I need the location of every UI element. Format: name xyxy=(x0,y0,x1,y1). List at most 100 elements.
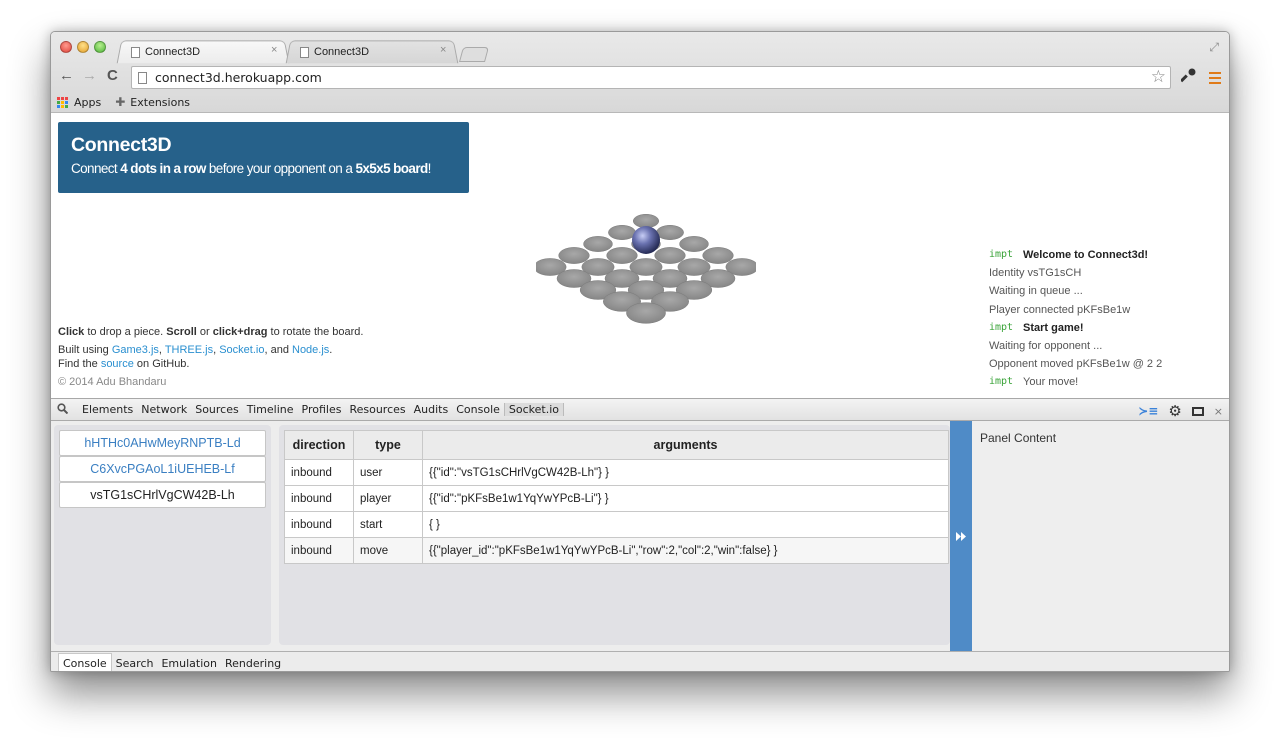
credits-prefix: Built using xyxy=(58,344,112,356)
log-tag: impt xyxy=(989,376,1014,388)
source-suffix: on GitHub. xyxy=(133,358,190,370)
devtools-tab-network[interactable]: Network xyxy=(137,403,191,416)
subtitle-emphasis: 4 dots in a row xyxy=(120,161,206,176)
fast-forward-icon xyxy=(956,531,966,541)
table-row[interactable]: inbound user {{"id":"vsTG1sCHrlVgCW42B-Lh"… xyxy=(284,459,949,486)
socket-item[interactable]: hHTHc0AHwMeyRNPTB-Ld xyxy=(59,430,266,456)
board-cell[interactable] xyxy=(702,247,734,264)
devtools-tab-profiles[interactable]: Profiles xyxy=(298,403,346,416)
devtools-tab-audits[interactable]: Audits xyxy=(410,403,453,416)
source-text: Find the source on GitHub. xyxy=(58,357,363,371)
devtools-tab-sources[interactable]: Sources xyxy=(191,403,243,416)
column-header-type[interactable]: type xyxy=(353,430,423,460)
log-message: Waiting in queue ... xyxy=(989,285,1083,298)
back-arrow-icon[interactable]: ← xyxy=(59,67,74,84)
log-entry: impt Your move! xyxy=(989,373,1162,391)
board-cell[interactable] xyxy=(679,236,709,252)
tab-close-icon[interactable]: × xyxy=(440,44,446,56)
devtools-tab-console[interactable]: Console xyxy=(452,403,504,416)
dock-side-icon[interactable] xyxy=(1191,406,1204,416)
menu-icon[interactable] xyxy=(1209,72,1221,87)
cell-arguments: {{"player_id":"pKFsBe1w1YqYwYPcB-Li","ro… xyxy=(422,537,949,564)
board-cell[interactable] xyxy=(656,225,684,240)
board-cell[interactable] xyxy=(633,214,659,228)
board-cell[interactable] xyxy=(608,225,636,240)
devtools-tab-socket-io[interactable]: Socket.io xyxy=(503,403,565,416)
address-bar[interactable]: connect3d.herokuapp.com ☆ xyxy=(131,66,1171,89)
drawer-tab-rendering[interactable]: Rendering xyxy=(221,654,285,672)
tab-connect3d-2[interactable]: Connect3D xyxy=(300,42,369,62)
fullscreen-icon[interactable]: ⤢ xyxy=(1209,40,1219,55)
wrench-icon[interactable] xyxy=(1180,67,1197,87)
game-board-canvas[interactable] xyxy=(536,209,756,344)
log-entry: impt Start game! xyxy=(989,319,1162,337)
tab-close-icon[interactable]: × xyxy=(271,44,277,56)
board-cell[interactable] xyxy=(583,236,613,252)
log-tag: impt xyxy=(989,249,1014,260)
drawer-tab-search[interactable]: Search xyxy=(112,654,158,672)
table-row[interactable]: inbound start{ } xyxy=(284,511,949,538)
column-header-arguments[interactable]: arguments xyxy=(422,430,949,460)
log-entry: infoWaiting in queue ... xyxy=(989,282,1162,470)
log-message: Opponent moved pKFsBe1w @ 2 2 xyxy=(989,358,1163,371)
subtitle-text: before your opponent on a xyxy=(205,161,356,176)
log-entry: infoOpponent moved pKFsBe1w @ 2 2 xyxy=(989,355,1163,470)
table-row[interactable]: inbound player {{"id":"pKFsBe1w1YqYwYPcB-L… xyxy=(284,485,949,512)
instruction-text: to rotate the board. xyxy=(267,326,364,338)
board-cell[interactable] xyxy=(606,247,638,264)
log-message: Identity vsTG1sCH xyxy=(989,267,1082,280)
search-icon[interactable] xyxy=(57,402,69,417)
minimize-window-button[interactable] xyxy=(77,41,89,53)
close-devtools-icon[interactable]: × xyxy=(1214,405,1223,418)
subtitle-text: ! xyxy=(427,161,432,176)
gear-icon[interactable]: ⚙ xyxy=(1168,402,1181,420)
socket-item-current[interactable]: vsTG1sCHrlVgCW42B-Lh xyxy=(59,482,266,508)
table-row[interactable]: inbound move {{"player_id":"pKFsBe1w1YqYwY… xyxy=(284,537,949,564)
link-game3js[interactable]: Game3.js xyxy=(112,344,159,356)
zoom-window-button[interactable] xyxy=(94,41,106,53)
close-window-button[interactable] xyxy=(60,41,72,53)
devtools-tab-elements[interactable]: Elements xyxy=(78,403,137,416)
page-icon xyxy=(300,46,309,58)
separator: , and xyxy=(264,344,292,356)
drawer-tabs: Console Search Emulation Rendering xyxy=(51,651,1229,672)
log-entry: infoPlayer connected pKFsBe1w xyxy=(989,301,1162,470)
bookmark-apps[interactable]: Apps xyxy=(57,96,101,109)
cell-arguments: {{"id":"pKFsBe1w1YqYwYPcB-Li"} } xyxy=(422,485,949,512)
devtools-tab-resources[interactable]: Resources xyxy=(345,403,409,416)
socket-list: hHTHc0AHwMeyRNPTB-Ld C6XvcPGAoL1iUEHEB-L… xyxy=(54,425,271,645)
collapse-panel-button[interactable] xyxy=(950,421,972,651)
socket-item[interactable]: C6XvcPGAoL1iUEHEB-Lf xyxy=(59,456,266,482)
game-log: impt Welcome to Connect3d! infoIdentity vs… xyxy=(989,246,1163,470)
cell-direction: inbound xyxy=(284,511,354,538)
subtitle-text: Connect xyxy=(71,161,121,176)
cell-direction: inbound xyxy=(284,459,354,486)
reload-icon[interactable]: C xyxy=(107,67,118,84)
board-cell[interactable] xyxy=(654,247,686,264)
devtools-tab-timeline[interactable]: Timeline xyxy=(243,403,298,416)
instruction-text: to drop a piece. xyxy=(84,326,167,338)
browser-chrome: Connect3D × Connect3D × ⤢ ← → C connect3… xyxy=(51,32,1229,113)
show-drawer-icon[interactable]: ≻≡ xyxy=(1138,404,1158,418)
column-header-direction[interactable]: direction xyxy=(284,430,354,460)
tab-title: Connect3D xyxy=(314,46,370,58)
drawer-tab-console[interactable]: Console xyxy=(58,652,112,671)
drawer-tab-emulation[interactable]: Emulation xyxy=(157,654,221,672)
tab-connect3d-1[interactable]: Connect3D xyxy=(131,42,200,62)
link-socketio[interactable]: Socket.io xyxy=(219,344,264,356)
copyright: © 2014 Adu Bhandaru xyxy=(58,376,167,388)
forward-arrow-icon[interactable]: → xyxy=(82,67,97,84)
bookmark-star-icon[interactable]: ☆ xyxy=(1151,67,1166,87)
link-threejs[interactable]: THREE.js xyxy=(165,344,213,356)
board-cell[interactable] xyxy=(626,302,666,324)
log-message: Welcome to Connect3d! xyxy=(1023,249,1149,261)
board-cell[interactable] xyxy=(558,247,590,264)
bookmark-extensions[interactable]: ✚ Extensions xyxy=(115,95,190,109)
link-source[interactable]: source xyxy=(101,358,134,370)
tab-title: Connect3D xyxy=(145,46,201,58)
url-text[interactable]: connect3d.herokuapp.com xyxy=(155,70,322,85)
new-tab-button[interactable] xyxy=(458,47,490,62)
navigation-bar: ← → C connect3d.herokuapp.com ☆ xyxy=(51,64,1229,92)
link-nodejs[interactable]: Node.js xyxy=(292,344,329,356)
source-prefix: Find the xyxy=(58,358,101,370)
